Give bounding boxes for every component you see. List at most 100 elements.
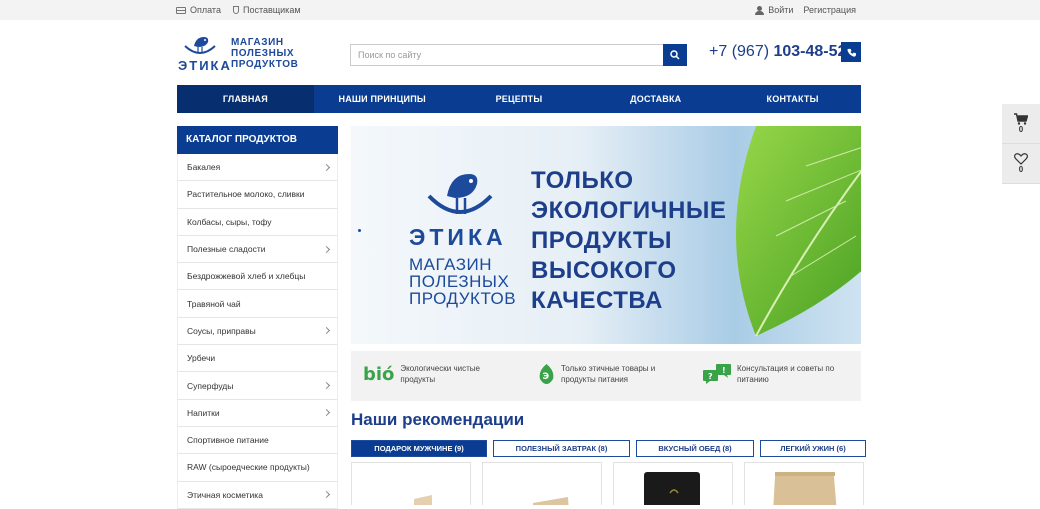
- catalog-item[interactable]: Напитки: [177, 399, 338, 427]
- feature-line: продукты питания: [561, 375, 628, 384]
- catalog-item-label: Растительное молоко, сливки: [187, 189, 305, 200]
- catalog-item[interactable]: Бездрожжевой хлеб и хлебцы: [177, 263, 338, 291]
- nav-recipes[interactable]: РЕЦЕПТЫ: [451, 85, 588, 113]
- product-card[interactable]: [482, 462, 602, 505]
- catalog-item[interactable]: Урбечи: [177, 345, 338, 373]
- bird-logo-icon: [184, 37, 216, 54]
- payment-label: Оплата: [190, 5, 221, 15]
- catalog-item-label: Бездрожжевой хлеб и хлебцы: [187, 271, 306, 282]
- register-link[interactable]: Регистрация: [803, 5, 856, 15]
- chat-bubbles-icon: ? !: [703, 364, 731, 384]
- banner-slogan-line: МАГАЗИН: [409, 255, 492, 274]
- slogan-line: ПОЛЕЗНЫХ: [231, 48, 295, 59]
- phone-icon: [846, 48, 856, 57]
- catalog-item-label: Травяной чай: [187, 298, 241, 309]
- catalog-item-label: RAW (сыроедческие продукты): [187, 462, 310, 473]
- phone-prefix: +7 (967): [709, 43, 774, 60]
- suppliers-label: Поставщикам: [242, 5, 301, 15]
- catalog-item[interactable]: Колбасы, сыры, тофу: [177, 208, 338, 236]
- wishlist-button[interactable]: 0: [1002, 144, 1040, 184]
- hero-banner[interactable]: ЭТИКА МАГАЗИН ПОЛЕЗНЫХ ПРОДУКТОВ ТОЛЬКО …: [351, 126, 861, 344]
- nav-home[interactable]: ГЛАВНАЯ: [177, 85, 314, 113]
- catalog-title: КАТАЛОГ ПРОДУКТОВ: [177, 126, 338, 154]
- chevron-right-icon: [322, 163, 331, 171]
- login-link[interactable]: Войти: [755, 5, 793, 15]
- leaf-image: [736, 126, 861, 337]
- catalog-item-label: Бакалея: [187, 162, 221, 173]
- callback-button[interactable]: [841, 42, 861, 62]
- feature-line: Только этичные товары и: [561, 364, 656, 373]
- product-card[interactable]: [351, 462, 471, 505]
- svg-text:Э: Э: [543, 372, 550, 382]
- tab-gift-for-man[interactable]: ПОДАРОК МУЖЧИНЕ (9): [351, 440, 487, 457]
- search-input[interactable]: Поиск по сайту: [350, 44, 663, 66]
- floating-cart-widget: 0 0: [1002, 104, 1040, 184]
- feature-ethical: Э Только этичные товары и продукты питан…: [538, 363, 655, 385]
- catalog-item-label: Урбечи: [187, 353, 216, 364]
- ethical-leaf-icon: Э: [539, 364, 554, 384]
- heart-icon: [1014, 153, 1028, 165]
- header: ЭТИКА МАГАЗИН ПОЛЕЗНЫХ ПРОДУКТОВ Поиск п…: [0, 20, 1040, 85]
- feature-line: Экологически чистые: [400, 364, 480, 373]
- chevron-right-icon: [322, 327, 331, 335]
- catalog-item[interactable]: Полезные сладости: [177, 235, 338, 264]
- top-bar: Оплата Поставщикам Войти Регистрация: [0, 0, 1040, 20]
- nav-delivery[interactable]: ДОСТАВКА: [587, 85, 724, 113]
- features-strip: bió Экологически чистые продукты Э Тольк…: [351, 351, 861, 401]
- catalog-item[interactable]: Спортивное питание: [177, 426, 338, 455]
- product-card[interactable]: [744, 462, 864, 505]
- nav-principles[interactable]: НАШИ ПРИНЦИПЫ: [314, 85, 451, 113]
- chevron-right-icon: [322, 491, 331, 499]
- catalog-item[interactable]: Травяной чай: [177, 290, 338, 318]
- logo-slogan: МАГАЗИН ПОЛЕЗНЫХ ПРОДУКТОВ: [231, 37, 311, 70]
- catalog-item-label: Этичная косметика: [187, 489, 263, 500]
- slider-dot[interactable]: [358, 229, 361, 232]
- payment-link[interactable]: Оплата: [176, 5, 221, 15]
- product-image: [773, 472, 837, 505]
- slogan-line: МАГАЗИН: [231, 37, 284, 48]
- catalog-item-label: Напитки: [187, 407, 220, 418]
- chevron-right-icon: [322, 409, 331, 417]
- logo-brand: ЭТИКА: [178, 58, 232, 73]
- cart-button[interactable]: 0: [1002, 104, 1040, 144]
- catalog-item-label: Полезные сладости: [187, 244, 266, 255]
- product-cards: [351, 462, 866, 505]
- catalog-item[interactable]: Суперфуды: [177, 372, 338, 400]
- login-label: Войти: [768, 5, 794, 15]
- suppliers-link[interactable]: Поставщикам: [232, 5, 301, 15]
- catalog-item[interactable]: Бакалея: [177, 154, 338, 182]
- catalog-item[interactable]: Соусы, приправы: [177, 317, 338, 346]
- feature-line: продукты: [400, 375, 436, 384]
- recommendations-tabs: ПОДАРОК МУЖЧИНЕ (9) ПОЛЕЗНЫЙ ЗАВТРАК (8)…: [351, 440, 866, 458]
- feature-line: Консультация и советы по: [737, 364, 835, 373]
- recommendations-title: Наши рекомендации: [351, 410, 525, 429]
- search-button[interactable]: [663, 44, 687, 66]
- search-icon: [670, 50, 680, 60]
- site-logo[interactable]: ЭТИКА МАГАЗИН ПОЛЕЗНЫХ ПРОДУКТОВ: [178, 34, 311, 73]
- product-card[interactable]: [613, 462, 733, 505]
- shield-icon: [232, 6, 239, 14]
- catalog-item-label: Суперфуды: [187, 380, 234, 391]
- catalog-item[interactable]: Растительное молоко, сливки: [177, 181, 338, 209]
- catalog-item[interactable]: RAW (сыроедческие продукты): [177, 454, 338, 482]
- slogan-line: ПРОДУКТОВ: [231, 59, 299, 70]
- tab-light-dinner[interactable]: ЛЕГКИЙ УЖИН (6): [760, 440, 866, 457]
- tab-tasty-lunch[interactable]: ВКУСНЫЙ ОБЕД (8): [636, 440, 754, 457]
- catalog-item-label: Спортивное питание: [187, 435, 269, 446]
- bio-icon: bió: [363, 363, 395, 385]
- user-icon: [755, 5, 765, 15]
- feature-text: Консультация и советы по питанию: [737, 363, 834, 385]
- cart-icon: [1014, 113, 1028, 125]
- nav-contacts[interactable]: КОНТАКТЫ: [724, 85, 861, 113]
- phone-number[interactable]: +7 (967) 103-48-52: [709, 43, 846, 61]
- cart-count: 0: [1018, 125, 1024, 134]
- catalog-sidebar: КАТАЛОГ ПРОДУКТОВ Бакалея Растительное м…: [177, 126, 338, 509]
- svg-text:!: !: [722, 366, 726, 375]
- product-image: [533, 497, 569, 505]
- tab-healthy-breakfast[interactable]: ПОЛЕЗНЫЙ ЗАВТРАК (8): [493, 440, 630, 457]
- banner-brand: ЭТИКА: [409, 224, 507, 250]
- chevron-right-icon: [322, 381, 331, 390]
- feature-line: питанию: [737, 375, 769, 384]
- banner-slogan-line: ПРОДУКТОВ: [409, 289, 517, 308]
- chevron-right-icon: [322, 245, 331, 253]
